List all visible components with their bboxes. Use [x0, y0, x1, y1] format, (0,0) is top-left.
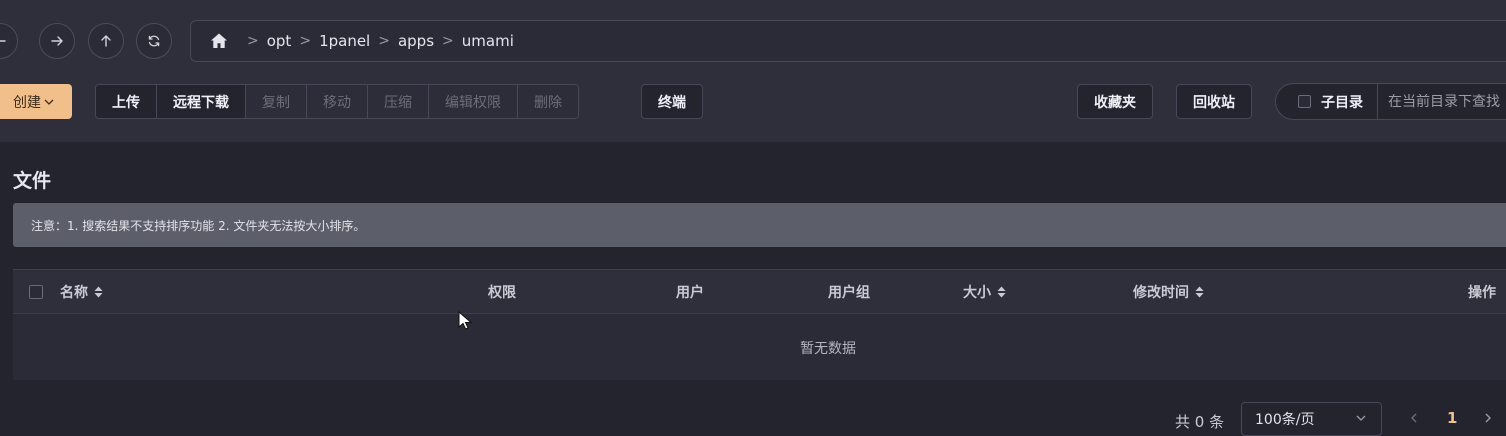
- file-table: 名称 权限 用户 用户组 大小 修改时间 操作 暂无数据: [13, 269, 1506, 380]
- page-size-value: 100条/页: [1255, 412, 1315, 428]
- page-size-select[interactable]: 100条/页: [1241, 402, 1382, 436]
- search-box: 子目录: [1275, 83, 1506, 120]
- move-button[interactable]: 移动: [307, 85, 368, 118]
- empty-text: 暂无数据: [800, 341, 856, 357]
- column-size-label: 大小: [963, 285, 991, 301]
- create-label: 创建: [13, 94, 41, 111]
- chevron-down-icon: [44, 99, 54, 105]
- forward-button[interactable]: [39, 23, 75, 59]
- breadcrumb-1panel[interactable]: 1panel: [319, 32, 370, 50]
- refresh-icon: [148, 35, 160, 47]
- notice-text: 注意：1. 搜索结果不支持排序功能 2. 文件夹无法按大小排序。: [31, 218, 366, 233]
- back-button[interactable]: [0, 23, 18, 59]
- compress-button[interactable]: 压缩: [368, 85, 429, 118]
- column-actions: 操作: [1468, 270, 1496, 314]
- subdir-label: 子目录: [1321, 94, 1363, 111]
- notice-banner: 注意：1. 搜索结果不支持排序功能 2. 文件夹无法按大小排序。: [13, 203, 1506, 247]
- arrow-right-icon: [51, 36, 63, 46]
- pagination-total: 共 0 条: [1175, 413, 1225, 431]
- recycle-bin-button[interactable]: 回收站: [1176, 84, 1252, 119]
- chevron-right-icon: [1485, 413, 1491, 423]
- subdir-toggle[interactable]: 子目录: [1276, 84, 1378, 119]
- mouse-cursor-icon: [458, 311, 472, 330]
- arrow-up-icon: [101, 35, 111, 47]
- file-action-group: 上传 远程下载 复制 移动 压缩 编辑权限 删除: [95, 84, 579, 119]
- breadcrumb-opt[interactable]: opt: [267, 32, 292, 50]
- breadcrumb-separator: >: [247, 33, 259, 49]
- column-name[interactable]: 名称: [60, 270, 103, 314]
- edit-permission-button[interactable]: 编辑权限: [429, 85, 518, 118]
- sort-icon[interactable]: [997, 286, 1006, 298]
- path-bar[interactable]: > opt > 1panel > apps > umami: [190, 20, 1506, 62]
- chevron-down-icon: [1356, 415, 1366, 421]
- terminal-button[interactable]: 终端: [641, 84, 703, 119]
- column-user: 用户: [676, 270, 704, 314]
- select-all-checkbox[interactable]: [29, 285, 43, 299]
- home-icon[interactable]: [209, 31, 229, 51]
- column-name-label: 名称: [60, 285, 88, 301]
- column-modified-label: 修改时间: [1133, 285, 1189, 301]
- delete-button[interactable]: 删除: [518, 85, 578, 118]
- column-group: 用户组: [828, 270, 870, 314]
- breadcrumb-separator: >: [299, 33, 312, 49]
- chevron-left-icon: [1411, 413, 1417, 423]
- breadcrumb-apps[interactable]: apps: [398, 32, 434, 50]
- create-button[interactable]: 创建: [0, 84, 72, 119]
- copy-button[interactable]: 复制: [246, 85, 307, 118]
- remote-download-button[interactable]: 远程下载: [157, 85, 246, 118]
- breadcrumb-separator: >: [378, 33, 390, 49]
- breadcrumb-separator: >: [442, 33, 454, 49]
- sort-icon[interactable]: [94, 286, 103, 298]
- refresh-button[interactable]: [136, 23, 172, 59]
- column-permission: 权限: [488, 270, 516, 314]
- prev-page-button[interactable]: [1408, 409, 1420, 428]
- column-permission-label: 权限: [488, 285, 516, 301]
- column-modified[interactable]: 修改时间: [1133, 270, 1204, 314]
- upload-button[interactable]: 上传: [96, 85, 157, 118]
- column-user-label: 用户: [676, 285, 704, 301]
- table-header: 名称 权限 用户 用户组 大小 修改时间 操作: [13, 270, 1506, 314]
- breadcrumb-umami[interactable]: umami: [462, 32, 514, 50]
- page-number-current[interactable]: 1: [1447, 409, 1457, 427]
- column-size[interactable]: 大小: [963, 270, 1006, 314]
- arrow-left-icon: [0, 40, 6, 42]
- favorites-button[interactable]: 收藏夹: [1077, 84, 1153, 119]
- subdir-checkbox[interactable]: [1298, 95, 1311, 108]
- page-title: 文件: [13, 170, 52, 192]
- empty-state: 暂无数据: [13, 314, 1506, 380]
- up-button[interactable]: [88, 23, 124, 59]
- sort-icon[interactable]: [1195, 286, 1204, 298]
- column-actions-label: 操作: [1468, 285, 1496, 301]
- next-page-button[interactable]: [1482, 409, 1494, 428]
- toolbar: > opt > 1panel > apps > umami 创建 上传 远程下载…: [0, 0, 1506, 142]
- column-group-label: 用户组: [828, 285, 870, 301]
- search-input[interactable]: [1378, 93, 1506, 110]
